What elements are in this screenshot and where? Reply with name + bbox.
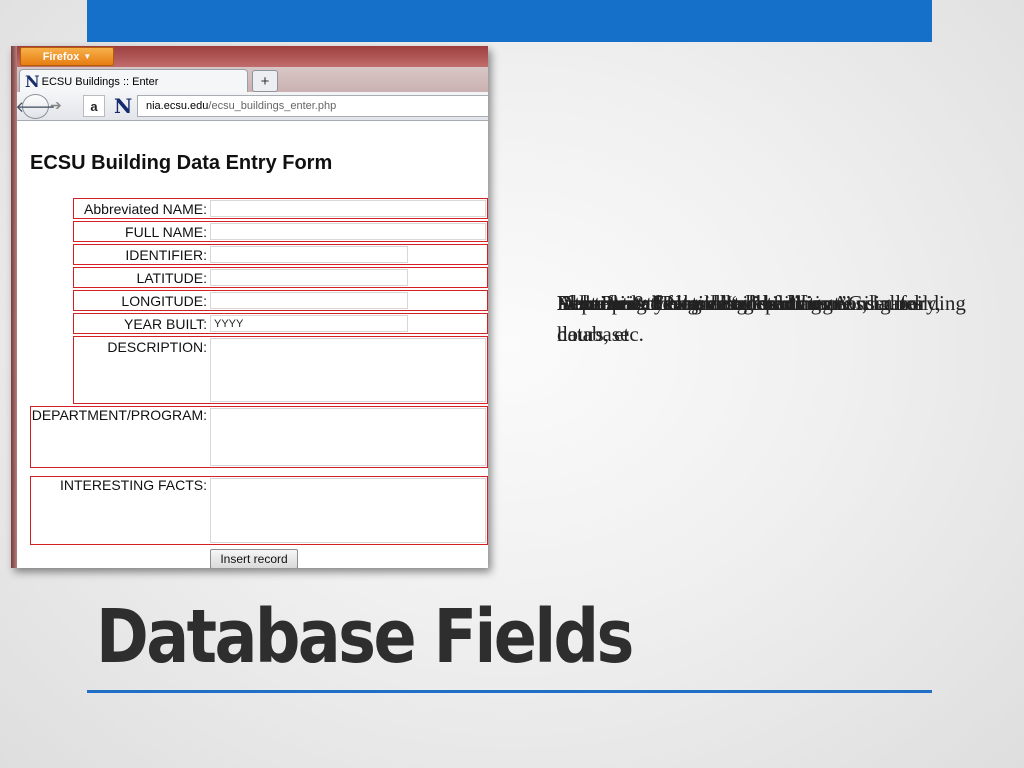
url-path: /ecsu_buildings_enter.php bbox=[208, 100, 337, 112]
field-row-interesting-facts: INTERESTING FACTS: bbox=[30, 476, 488, 545]
back-arrow-icon[interactable]: 🡐 bbox=[15, 94, 56, 119]
bullet-line: Interesting Facts: details such as AC, l… bbox=[557, 291, 941, 346]
field-label: YEAR BUILT: bbox=[124, 316, 207, 332]
identifier-input[interactable] bbox=[210, 246, 408, 263]
firefox-menu-label: Firefox bbox=[42, 50, 80, 63]
field-row-description: DESCRIPTION: bbox=[73, 336, 488, 404]
field-row-latitude: LATITUDE: bbox=[73, 267, 488, 288]
site-logo-icon[interactable]: N bbox=[114, 94, 132, 118]
field-row-full-name: FULL NAME: bbox=[73, 221, 488, 242]
field-row-department-program: DEPARTMENT/PROGRAM: bbox=[30, 406, 488, 468]
new-tab-button[interactable]: + bbox=[252, 70, 278, 92]
url-bar[interactable]: nia.ecsu.edu/ecsu_buildings_enter.php bbox=[137, 95, 488, 117]
overlapping-bullet-text: Abbreviated Name: “abbreviation” used fo… bbox=[557, 288, 982, 378]
field-label: IDENTIFIER: bbox=[125, 247, 207, 263]
longitude-input[interactable] bbox=[210, 292, 408, 309]
slide-title: Database Fields bbox=[96, 594, 634, 680]
field-label: LATITUDE: bbox=[136, 270, 207, 286]
field-label: INTERESTING FACTS: bbox=[59, 477, 207, 493]
firefox-menu-button[interactable]: Firefox ▼ bbox=[20, 47, 114, 66]
year-built-input[interactable]: YYYY bbox=[210, 315, 408, 332]
form-title: ECSU Building Data Entry Form bbox=[30, 152, 333, 174]
window-left-edge bbox=[11, 46, 17, 568]
tab-strip: N ECSU Buildings :: Enter + bbox=[17, 67, 488, 93]
navigation-bar: 🡐 ➔ a N nia.ecsu.edu/ecsu_buildings_ente… bbox=[15, 92, 488, 121]
tab-title: ECSU Buildings :: Enter bbox=[41, 75, 159, 88]
department-program-textarea[interactable] bbox=[210, 408, 486, 466]
field-row-year-built: YEAR BUILT: YYYY bbox=[73, 313, 488, 334]
full-name-input[interactable] bbox=[210, 223, 486, 240]
interesting-facts-textarea[interactable] bbox=[210, 478, 486, 543]
field-label: Abbreviated NAME: bbox=[84, 201, 207, 217]
title-underline bbox=[87, 690, 932, 693]
insert-record-button[interactable]: Insert record bbox=[210, 549, 298, 568]
site-favicon-icon: N bbox=[25, 72, 40, 91]
page-content: ECSU Building Data Entry Form Abbreviate… bbox=[17, 121, 488, 568]
abbreviated-name-input[interactable] bbox=[210, 200, 486, 217]
browser-screenshot: Firefox ▼ N ECSU Buildings :: Enter + 🡐 … bbox=[11, 46, 488, 568]
latitude-input[interactable] bbox=[210, 269, 408, 286]
forward-arrow-icon[interactable]: ➔ bbox=[50, 97, 62, 114]
field-label: FULL NAME: bbox=[125, 224, 207, 240]
field-row-identifier: IDENTIFIER: bbox=[73, 244, 488, 265]
chevron-down-icon: ▼ bbox=[83, 52, 92, 61]
description-textarea[interactable] bbox=[210, 338, 486, 402]
field-row-longitude: LONGITUDE: bbox=[73, 290, 488, 311]
field-label: LONGITUDE: bbox=[121, 293, 207, 309]
field-label: DEPARTMENT/PROGRAM: bbox=[31, 407, 207, 423]
url-host: nia.ecsu.edu bbox=[146, 100, 209, 112]
field-row-abbreviated-name: Abbreviated NAME: bbox=[73, 198, 488, 219]
top-accent-bar bbox=[87, 0, 932, 42]
browser-tab[interactable]: N ECSU Buildings :: Enter bbox=[19, 69, 248, 93]
browser-titlebar: Firefox ▼ bbox=[11, 46, 488, 67]
field-label: DESCRIPTION: bbox=[107, 339, 207, 355]
amazon-icon[interactable]: a bbox=[83, 95, 105, 117]
